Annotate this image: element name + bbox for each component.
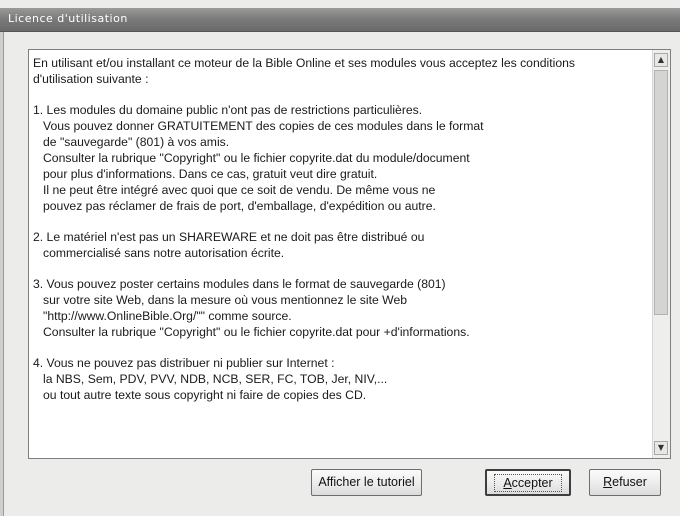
text-line: 3. Vous pouvez poster certains modules d… <box>33 277 446 291</box>
license-text: En utilisant et/ou installant ce moteur … <box>33 55 647 418</box>
accept-button[interactable]: Accepter <box>485 469 571 496</box>
text-line: Il ne peut être intégré avec quoi que ce… <box>43 183 436 197</box>
text-line: Consulter la rubrique "Copyright" ou le … <box>43 325 470 339</box>
refuse-mnemonic: R <box>603 475 613 489</box>
accept-label: ccepter <box>511 476 553 490</box>
text-line: la NBS, Sem, PDV, PVV, NDB, NCB, SER, FC… <box>43 372 388 386</box>
text-line: 2. Le matériel n'est pas un SHAREWARE et… <box>33 230 425 244</box>
license-intro: En utilisant et/ou installant ce moteur … <box>33 55 647 87</box>
text-line: Consulter la rubrique "Copyright" ou le … <box>43 151 470 165</box>
license-dialog: Licence d'utilisation En utilisant et/ou… <box>0 0 680 516</box>
refuse-label: efuser <box>612 475 647 489</box>
title-bar[interactable]: Licence d'utilisation <box>0 8 680 32</box>
text-line: Vous pouvez donner GRATUITEMENT des copi… <box>43 119 484 133</box>
scroll-thumb[interactable] <box>654 70 668 315</box>
scroll-up-icon[interactable]: ▲ <box>654 53 668 67</box>
text-line: pouvez pas réclamer de frais de port, d'… <box>43 199 436 213</box>
vertical-scrollbar[interactable]: ▲ ▼ <box>652 50 670 458</box>
text-line: sur votre site Web, dans la mesure où vo… <box>43 293 407 307</box>
scroll-down-icon[interactable]: ▼ <box>654 441 668 455</box>
text-line: pour plus d'informations. Dans ce cas, g… <box>43 167 378 181</box>
license-section-1: 1. Les modules du domaine public n'ont p… <box>33 102 647 214</box>
window-frame-edge <box>0 32 4 516</box>
license-section-4: 4. Vous ne pouvez pas distribuer ni publ… <box>33 355 647 403</box>
license-text-area[interactable]: En utilisant et/ou installant ce moteur … <box>28 49 671 459</box>
accept-mnemonic: A <box>503 476 512 490</box>
license-section-2: 2. Le matériel n'est pas un SHAREWARE et… <box>33 229 647 261</box>
accept-focus-rect: Accepter <box>494 474 562 492</box>
text-line: En utilisant et/ou installant ce moteur … <box>33 56 575 70</box>
text-line: "http://www.OnlineBible.Org/"" comme sou… <box>43 309 292 323</box>
text-line: 4. Vous ne pouvez pas distribuer ni publ… <box>33 356 335 370</box>
refuse-button[interactable]: Refuser <box>589 469 661 496</box>
show-tutorial-button[interactable]: Afficher le tutoriel <box>311 469 422 496</box>
window-title: Licence d'utilisation <box>8 12 128 25</box>
text-line: d'utilisation suivante : <box>33 72 149 86</box>
text-line: 1. Les modules du domaine public n'ont p… <box>33 103 423 117</box>
license-section-3: 3. Vous pouvez poster certains modules d… <box>33 276 647 340</box>
text-line: ou tout autre texte sous copyright ni fa… <box>43 388 367 402</box>
text-line: de "sauvegarde" (801) à vos amis. <box>43 135 230 149</box>
text-line: commercialisé sans notre autorisation éc… <box>43 246 285 260</box>
